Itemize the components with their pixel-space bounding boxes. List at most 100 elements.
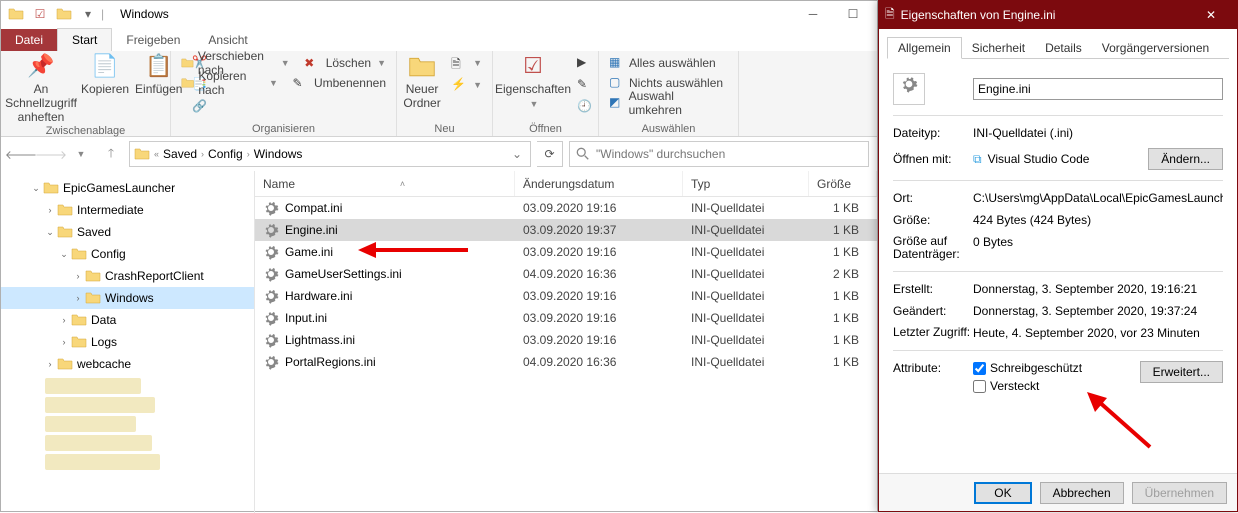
tree-item[interactable]: ›Windows (1, 287, 254, 309)
breadcrumb-windows[interactable]: Windows (254, 147, 303, 161)
chevron-right-icon[interactable]: › (71, 293, 85, 303)
ini-file-icon (263, 266, 279, 282)
chevron-right-icon: › (247, 149, 250, 159)
menu-file[interactable]: Datei (1, 29, 57, 51)
column-date[interactable]: Änderungsdatum (515, 171, 683, 196)
address-bar[interactable]: « Saved› Config› Windows ⌄ (129, 141, 531, 167)
tab-start[interactable]: Start (57, 28, 112, 51)
new-item-button[interactable]: 🗎▼ (447, 53, 486, 73)
column-type[interactable]: Typ (683, 171, 809, 196)
forward-button[interactable]: 🡒 (39, 142, 63, 166)
chevron-right-icon[interactable]: › (43, 205, 57, 215)
value-modified: Donnerstag, 3. September 2020, 19:37:24 (973, 304, 1223, 318)
file-name: Engine.ini (285, 223, 338, 237)
qat-folder-icon[interactable] (5, 3, 27, 25)
recent-button[interactable]: ▼ (69, 142, 93, 166)
column-size[interactable]: Größe (809, 171, 877, 196)
chevron-right-icon[interactable]: › (43, 359, 57, 369)
chevron-left-icon: « (154, 149, 159, 159)
readonly-checkbox[interactable]: Schreibgeschützt (973, 361, 1140, 375)
qat-properties-icon[interactable]: ☑ (29, 3, 51, 25)
breadcrumb-saved[interactable]: Saved› (163, 147, 204, 161)
file-size: 1 KB (809, 311, 877, 325)
value-location: C:\Users\mg\AppData\Local\EpicGamesLaunc… (973, 191, 1223, 205)
column-name[interactable]: Name˄ (255, 171, 515, 196)
tab-share[interactable]: Freigeben (112, 29, 194, 51)
tree-item[interactable]: ⌄Config (1, 243, 254, 265)
file-row[interactable]: Engine.ini03.09.2020 19:37INI-Quelldatei… (255, 219, 877, 241)
tree-item[interactable]: ›Data (1, 309, 254, 331)
chevron-down-icon[interactable]: ⌄ (29, 183, 43, 194)
file-date: 03.09.2020 19:16 (515, 333, 683, 347)
hidden-checkbox-input[interactable] (973, 380, 986, 393)
refresh-button[interactable]: ⟳ (537, 141, 563, 167)
open-button[interactable]: ▶ (573, 53, 597, 73)
tab-view[interactable]: Ansicht (194, 29, 261, 51)
tab-general[interactable]: Allgemein (887, 37, 962, 59)
tree-item[interactable]: ›webcache (1, 353, 254, 375)
history-button[interactable]: 🕘 (573, 97, 597, 117)
tree-item[interactable]: ›Intermediate (1, 199, 254, 221)
ini-file-icon (263, 332, 279, 348)
tree-item[interactable]: ›CrashReportClient (1, 265, 254, 287)
edit-button[interactable]: ✎ (573, 75, 597, 95)
apply-button[interactable]: Übernehmen (1132, 482, 1227, 504)
back-button[interactable]: 🡐 (9, 142, 33, 166)
tab-previous-versions[interactable]: Vorgängerversionen (1092, 38, 1219, 58)
advanced-button[interactable]: Erweitert... (1140, 361, 1223, 383)
move-to-icon (181, 55, 194, 71)
pin-quickaccess-button[interactable]: 📌An Schnellzugriff anheften (7, 53, 75, 124)
minimize-button[interactable]: ─ (793, 1, 833, 27)
file-size: 2 KB (809, 267, 877, 281)
file-row[interactable]: Input.ini03.09.2020 19:16INI-Quelldatei1… (255, 307, 877, 329)
easy-access-button[interactable]: ⚡▼ (447, 75, 486, 95)
file-row[interactable]: Lightmass.ini03.09.2020 19:16INI-Quellda… (255, 329, 877, 351)
breadcrumb-leading[interactable]: « (154, 149, 159, 159)
chevron-down-icon[interactable]: ⌄ (43, 227, 57, 238)
chevron-right-icon[interactable]: › (71, 271, 85, 281)
file-size: 1 KB (809, 245, 877, 259)
window-separator: | (101, 7, 104, 21)
new-folder-button[interactable]: Neuer Ordner (403, 53, 441, 111)
up-button[interactable]: 🡑 (99, 142, 123, 166)
change-app-button[interactable]: Ändern... (1148, 148, 1223, 170)
qat-new-folder-icon[interactable] (53, 3, 75, 25)
copy-to-button[interactable]: Kopieren nach▼ ✎ Umbenennen (177, 73, 390, 93)
file-type: INI-Quelldatei (683, 311, 809, 325)
cancel-button[interactable]: Abbrechen (1040, 482, 1124, 504)
file-row[interactable]: Compat.ini03.09.2020 19:16INI-Quelldatei… (255, 197, 877, 219)
file-row[interactable]: PortalRegions.ini04.09.2020 16:36INI-Que… (255, 351, 877, 373)
address-dropdown[interactable]: ⌄ (508, 142, 526, 166)
tree-item[interactable]: ⌄Saved (1, 221, 254, 243)
chevron-down-icon[interactable]: ⌄ (57, 249, 71, 260)
search-input[interactable]: "Windows" durchsuchen (569, 141, 869, 167)
tab-security[interactable]: Sicherheit (962, 38, 1035, 58)
file-row[interactable]: GameUserSettings.ini04.09.2020 16:36INI-… (255, 263, 877, 285)
tree-item[interactable]: ⌄ EpicGamesLauncher (1, 177, 254, 199)
hidden-checkbox[interactable]: Versteckt (973, 379, 1140, 393)
navigation-tree[interactable]: ⌄ EpicGamesLauncher ›Intermediate⌄Saved⌄Co… (1, 171, 255, 513)
explorer-titlebar: ☑ ▾ | Windows ─ ☐ (1, 1, 877, 27)
file-name: PortalRegions.ini (285, 355, 376, 369)
tab-details[interactable]: Details (1035, 38, 1092, 58)
breadcrumb-config[interactable]: Config› (208, 147, 250, 161)
qat-dropdown-icon[interactable]: ▾ (77, 3, 99, 25)
tree-item-label: EpicGamesLauncher (63, 181, 175, 195)
filename-input[interactable] (973, 78, 1223, 100)
chevron-right-icon[interactable]: › (57, 315, 71, 325)
file-row[interactable]: Hardware.ini03.09.2020 19:16INI-Quelldat… (255, 285, 877, 307)
select-all-button[interactable]: ▦Alles auswählen (605, 53, 720, 73)
chevron-right-icon[interactable]: › (57, 337, 71, 347)
tree-item[interactable]: ›Logs (1, 331, 254, 353)
properties-button[interactable]: ☑Eigenschaften▼ (499, 53, 567, 109)
invert-selection-button[interactable]: ◩Auswahl umkehren (605, 93, 732, 113)
dialog-close-button[interactable]: ✕ (1191, 1, 1231, 29)
ok-button[interactable]: OK (974, 482, 1031, 504)
copy-button[interactable]: 📄Kopieren (81, 53, 129, 97)
readonly-checkbox-input[interactable] (973, 362, 986, 375)
copy-icon: 📄 (91, 53, 119, 81)
file-row[interactable]: Game.ini03.09.2020 19:16INI-Quelldatei1 … (255, 241, 877, 263)
properties-titlebar: 🗎 Eigenschaften von Engine.ini ✕ (879, 1, 1237, 29)
maximize-button[interactable]: ☐ (833, 1, 873, 27)
label-opens-with: Öffnen mit: (893, 152, 973, 166)
